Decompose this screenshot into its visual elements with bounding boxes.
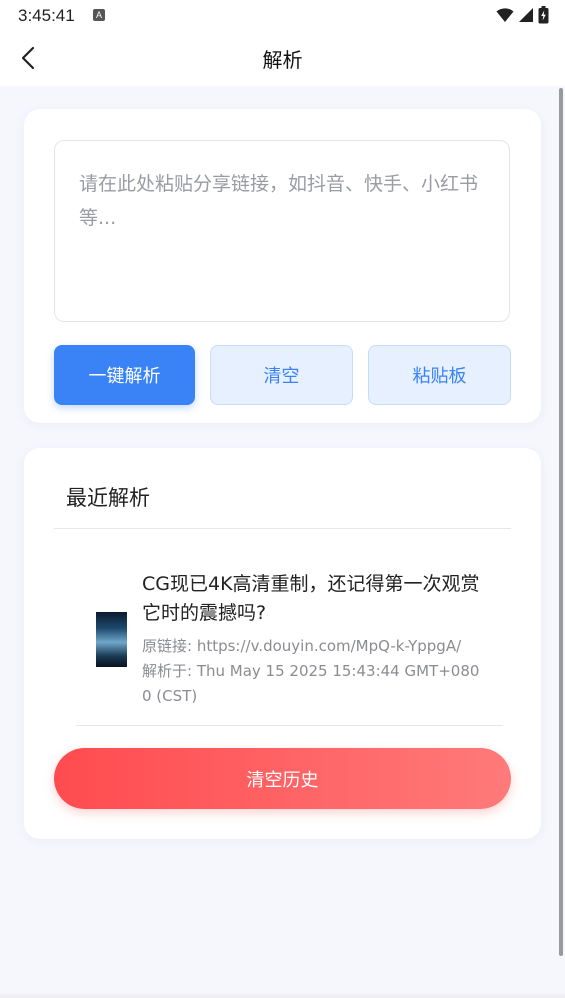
status-icons: [496, 6, 549, 24]
recent-history-card: 最近解析 CG现已4K高清重制，还记得第一次观赏它时的震撼吗? 原链接: htt…: [24, 448, 541, 839]
wifi-icon: [496, 8, 514, 22]
share-link-input[interactable]: [54, 140, 510, 322]
item-divider: [76, 725, 503, 726]
battery-icon: [538, 6, 549, 24]
original-link: 原链接: https://v.douyin.com/MpQ-k-YppgA/: [142, 637, 462, 655]
history-item-meta: 原链接: https://v.douyin.com/MpQ-k-YppgA/ 解…: [142, 634, 487, 709]
bottom-bar: [0, 994, 565, 998]
parse-button[interactable]: 一键解析: [54, 345, 195, 405]
status-time: 3:45:41: [18, 6, 75, 25]
signal-icon: [519, 8, 533, 22]
clear-input-button[interactable]: 清空: [210, 345, 353, 405]
app-header: 解析: [0, 30, 565, 86]
link-input-card: 一键解析 清空 粘贴板: [24, 109, 541, 423]
history-title: 最近解析: [66, 486, 150, 510]
history-item[interactable]: CG现已4K高清重制，还记得第一次观赏它时的震撼吗? 原链接: https://…: [76, 562, 503, 706]
clear-history-button[interactable]: 清空历史: [54, 748, 511, 809]
scrollbar[interactable]: [559, 88, 563, 956]
notification-a-icon: A: [93, 9, 105, 21]
history-divider: [54, 528, 511, 529]
parsed-time: 解析于: Thu May 15 2025 15:43:44 GMT+0800 (…: [142, 662, 480, 705]
video-thumbnail: [96, 612, 127, 667]
clipboard-button[interactable]: 粘贴板: [368, 345, 511, 405]
history-item-title: CG现已4K高清重制，还记得第一次观赏它时的震撼吗?: [142, 573, 480, 624]
status-bar: 3:45:41 A: [0, 0, 565, 30]
page-title: 解析: [262, 48, 303, 72]
